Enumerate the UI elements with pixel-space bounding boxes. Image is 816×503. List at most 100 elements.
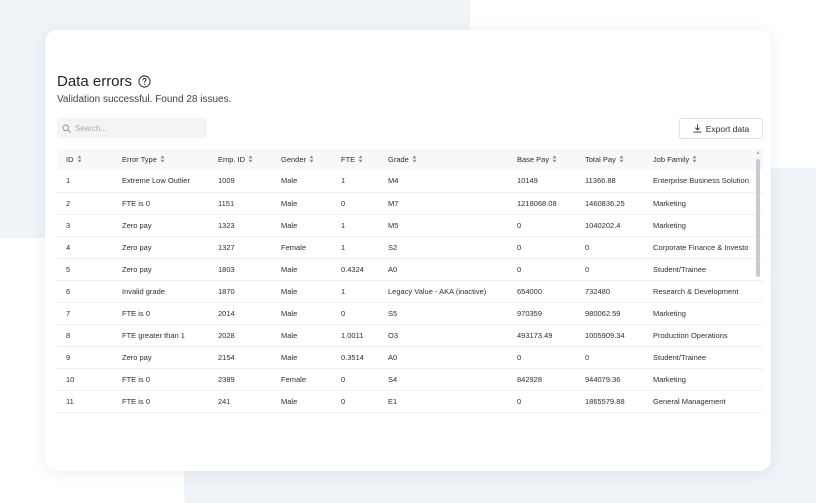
column-header-label: Grade: [388, 155, 409, 164]
column-header-fte[interactable]: FTE: [332, 149, 379, 170]
cell-grade: Legacy Value - AKA (inactive): [379, 280, 508, 303]
cell-total-pay: 0: [576, 346, 644, 369]
search-input[interactable]: [75, 123, 200, 133]
cell-id: 11: [57, 390, 113, 413]
table-row[interactable]: 10 FTE is 0 2389 Female 0 S4 842928 944079.36 Ma…: [57, 368, 763, 391]
cell-base-pay: 0: [508, 346, 576, 369]
column-header-total-pay[interactable]: Total Pay: [576, 149, 644, 170]
table-row[interactable]: 7 FTE is 0 2014 Male 0 S5 970359 980062.59 Marke…: [57, 302, 763, 325]
cell-gender: Male: [272, 258, 332, 281]
search-field[interactable]: [57, 118, 207, 138]
cell-base-pay: 0: [508, 390, 576, 413]
cell-emp-id: 1803: [209, 258, 272, 281]
sort-icon[interactable]: [412, 155, 417, 163]
sort-icon[interactable]: [552, 155, 557, 163]
cell-fte: 0.4324: [332, 258, 379, 281]
column-header-label: FTE: [341, 155, 356, 164]
cell-id: 10: [57, 368, 113, 391]
cell-total-pay: 1005909.34: [576, 324, 644, 347]
sort-icon[interactable]: [248, 155, 253, 163]
column-header-label: Emp. ID: [218, 155, 246, 164]
cell-error-type: Zero pay: [113, 258, 209, 281]
cell-job-family: Marketing: [644, 214, 763, 237]
cell-base-pay: 0: [508, 258, 576, 281]
sort-icon[interactable]: [619, 155, 624, 163]
table-header-row: ID Error Type Emp. ID Gender FTE Grade Base Pa…: [57, 149, 763, 170]
column-header-id[interactable]: ID: [57, 149, 113, 170]
cell-error-type: Zero pay: [113, 214, 209, 237]
column-header-error-type[interactable]: Error Type: [113, 149, 209, 170]
cell-gender: Male: [272, 302, 332, 325]
table-row[interactable]: 9 Zero pay 2154 Male 0.3514 A0 0 0 Student/Train…: [57, 346, 763, 369]
cell-error-type: FTE greater than 1: [113, 324, 209, 347]
cell-gender: Female: [272, 368, 332, 391]
cell-emp-id: 1323: [209, 214, 272, 237]
table-row[interactable]: 3 Zero pay 1323 Male 1 M5 0 1040202.4 Marketing: [57, 214, 763, 237]
sort-icon[interactable]: [309, 155, 314, 163]
column-header-emp-id[interactable]: Emp. ID: [209, 149, 272, 170]
export-data-button[interactable]: Export data: [679, 118, 763, 139]
scroll-up-arrow-icon[interactable]: ▲: [755, 150, 761, 156]
table-row[interactable]: 2 FTE is 0 1151 Male 0 M7 1218068.08 1460836.25…: [57, 192, 763, 215]
cell-id: 5: [57, 258, 113, 281]
cell-total-pay: 980062.59: [576, 302, 644, 325]
cell-base-pay: 493173.49: [508, 324, 576, 347]
cell-job-family: Marketing: [644, 302, 763, 325]
table-row[interactable]: 4 Zero pay 1327 Female 1 S2 0 0 Corporate Financ…: [57, 236, 763, 259]
table-scrollbar[interactable]: ▲: [754, 149, 762, 413]
help-circle-icon[interactable]: [138, 75, 151, 88]
cell-base-pay: 970359: [508, 302, 576, 325]
sort-icon[interactable]: [692, 155, 697, 163]
cell-fte: 0: [332, 368, 379, 391]
cell-id: 8: [57, 324, 113, 347]
cell-emp-id: 1009: [209, 170, 272, 193]
errors-table-container[interactable]: ID Error Type Emp. ID Gender FTE Grade Base Pa…: [57, 149, 763, 413]
cell-grade: M5: [379, 214, 508, 237]
cell-fte: 0: [332, 390, 379, 413]
column-header-grade[interactable]: Grade: [379, 149, 508, 170]
column-header-base-pay[interactable]: Base Pay: [508, 149, 576, 170]
cell-total-pay: 0: [576, 236, 644, 259]
cell-job-family: Marketing: [644, 192, 763, 215]
cell-job-family: Production Operations: [644, 324, 763, 347]
data-errors-card: Data errors Validation successful. Found…: [45, 30, 771, 471]
cell-emp-id: 1327: [209, 236, 272, 259]
table-body: 1 Extreme Low Outlier 1009 Male 1 M4 10149 1136…: [57, 170, 763, 413]
cell-grade: S4: [379, 368, 508, 391]
cell-fte: 1.0011: [332, 324, 379, 347]
cell-total-pay: 1460836.25: [576, 192, 644, 215]
cell-error-type: FTE is 0: [113, 302, 209, 325]
cell-gender: Male: [272, 192, 332, 215]
table-row[interactable]: 1 Extreme Low Outlier 1009 Male 1 M4 10149 1136…: [57, 170, 763, 193]
cell-base-pay: 0: [508, 236, 576, 259]
cell-job-family: Student/Trainee: [644, 258, 763, 281]
cell-emp-id: 2028: [209, 324, 272, 347]
table-row[interactable]: 5 Zero pay 1803 Male 0.4324 A0 0 0 Student/Train…: [57, 258, 763, 281]
cell-id: 9: [57, 346, 113, 369]
sort-icon[interactable]: [77, 155, 82, 163]
scrollbar-thumb[interactable]: [756, 159, 760, 277]
cell-base-pay: 654000: [508, 280, 576, 303]
cell-grade: M4: [379, 170, 508, 193]
cell-fte: 1: [332, 280, 379, 303]
sort-icon[interactable]: [160, 155, 165, 163]
table-row[interactable]: 6 Invalid grade 1870 Male 1 Legacy Value - AK…: [57, 280, 763, 303]
column-header-job-family[interactable]: Job Family: [644, 149, 763, 170]
cell-total-pay: 732480: [576, 280, 644, 303]
sort-icon[interactable]: [358, 155, 363, 163]
column-header-label: ID: [66, 155, 74, 164]
cell-id: 4: [57, 236, 113, 259]
column-header-gender[interactable]: Gender: [272, 149, 332, 170]
cell-grade: A0: [379, 258, 508, 281]
cell-emp-id: 241: [209, 390, 272, 413]
validation-summary: Validation successful. Found 28 issues.: [57, 94, 232, 105]
table-row[interactable]: 8 FTE greater than 1 2028 Male 1.0011 O3 49317…: [57, 324, 763, 347]
cell-id: 1: [57, 170, 113, 193]
page-title: Data errors: [57, 73, 151, 90]
cell-error-type: Zero pay: [113, 346, 209, 369]
cell-total-pay: 0: [576, 258, 644, 281]
column-header-label: Gender: [281, 155, 307, 164]
cell-error-type: Invalid grade: [113, 280, 209, 303]
table-row[interactable]: 11 FTE is 0 241 Male 0 E1 0 1865579.88 General M…: [57, 390, 763, 413]
cell-grade: O3: [379, 324, 508, 347]
